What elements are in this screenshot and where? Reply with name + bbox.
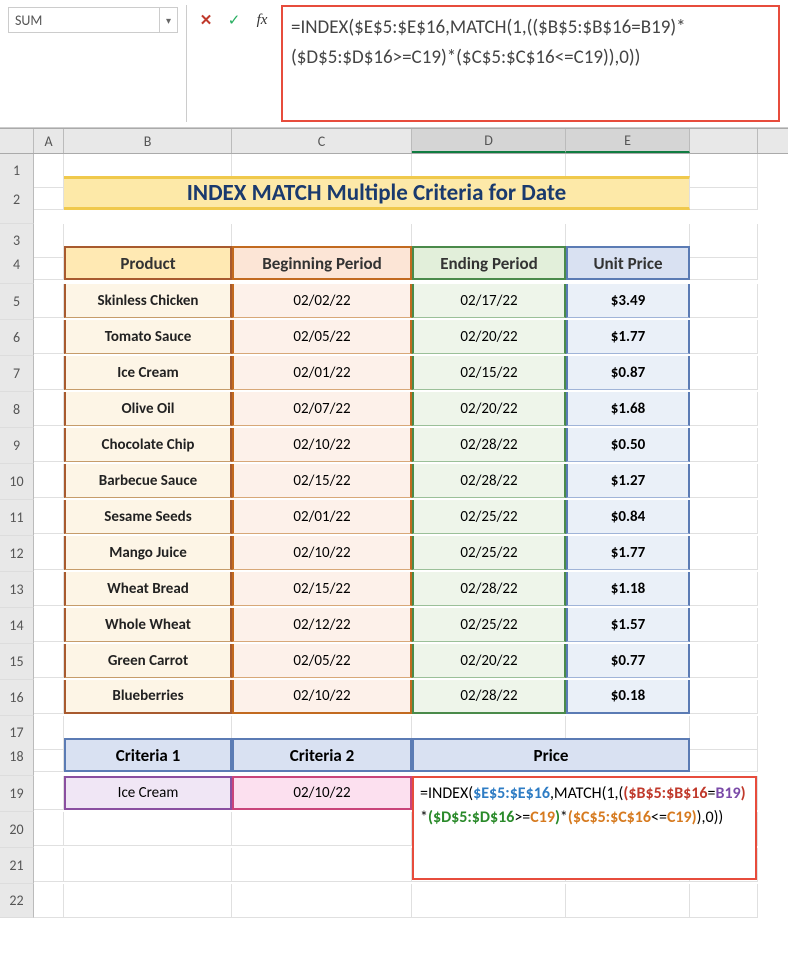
col-extra[interactable] — [690, 129, 758, 153]
row-14[interactable]: 14 — [0, 608, 34, 644]
price-cell[interactable]: $0.18 — [566, 680, 690, 714]
header-price: Unit Price — [566, 246, 690, 280]
product-cell[interactable]: Tomato Sauce — [64, 320, 232, 354]
name-box-dropdown[interactable]: ▾ — [160, 7, 178, 33]
col-e[interactable]: E — [566, 129, 690, 153]
end-cell[interactable]: 02/28/22 — [412, 680, 566, 714]
col-c[interactable]: C — [232, 129, 412, 153]
col-b[interactable]: B — [64, 129, 232, 153]
begin-cell[interactable]: 02/01/22 — [232, 356, 412, 390]
begin-cell[interactable]: 02/07/22 — [232, 392, 412, 426]
product-cell[interactable]: Barbecue Sauce — [64, 464, 232, 498]
title: INDEX MATCH Multiple Criteria for Date — [64, 176, 690, 210]
price-cell[interactable]: $0.87 — [566, 356, 690, 390]
begin-cell[interactable]: 02/05/22 — [232, 320, 412, 354]
row-7[interactable]: 7 — [0, 356, 34, 392]
formula-bar-area: SUM ▾ ✕ ✓ fx =INDEX($E$5:$E$16,MATCH(1,(… — [0, 0, 788, 128]
row-11[interactable]: 11 — [0, 500, 34, 536]
row-8[interactable]: 8 — [0, 392, 34, 428]
product-cell[interactable]: Sesame Seeds — [64, 500, 232, 534]
enter-icon[interactable]: ✓ — [223, 9, 245, 31]
select-all[interactable] — [0, 129, 34, 153]
row-4[interactable]: 4 — [0, 246, 34, 284]
row-21[interactable]: 21 — [0, 848, 34, 884]
header-product: Product — [64, 246, 232, 280]
criteria-2-header: Criteria 2 — [232, 738, 412, 772]
price-cell[interactable]: $0.50 — [566, 428, 690, 462]
row-18[interactable]: 18 — [0, 738, 34, 776]
header-begin: Beginning Period — [232, 246, 412, 280]
criteria-price-header: Price — [412, 738, 690, 772]
row-22[interactable]: 22 — [0, 884, 34, 918]
row-5[interactable]: 5 — [0, 284, 34, 320]
begin-cell[interactable]: 02/10/22 — [232, 536, 412, 570]
product-cell[interactable]: Skinless Chicken — [64, 284, 232, 318]
product-cell[interactable]: Whole Wheat — [64, 608, 232, 642]
end-cell[interactable]: 02/25/22 — [412, 608, 566, 642]
begin-cell[interactable]: 02/10/22 — [232, 680, 412, 714]
begin-cell[interactable]: 02/01/22 — [232, 500, 412, 534]
price-cell[interactable]: $1.77 — [566, 536, 690, 570]
begin-cell[interactable]: 02/12/22 — [232, 608, 412, 642]
formula-cell[interactable]: =INDEX($E$5:$E$16,MATCH(1,(($B$5:$B$16=B… — [412, 776, 690, 810]
product-cell[interactable]: Ice Cream — [64, 356, 232, 390]
end-cell[interactable]: 02/25/22 — [412, 536, 566, 570]
row-19[interactable]: 19 — [0, 776, 34, 812]
product-cell[interactable]: Mango Juice — [64, 536, 232, 570]
row-10[interactable]: 10 — [0, 464, 34, 500]
price-cell[interactable]: $1.57 — [566, 608, 690, 642]
product-cell[interactable]: Blueberries — [64, 680, 232, 714]
begin-cell[interactable]: 02/15/22 — [232, 572, 412, 606]
price-cell[interactable]: $0.84 — [566, 500, 690, 534]
end-cell[interactable]: 02/28/22 — [412, 572, 566, 606]
row-2[interactable]: 2 — [0, 176, 34, 224]
cancel-icon[interactable]: ✕ — [195, 9, 217, 31]
begin-cell[interactable]: 02/05/22 — [232, 644, 412, 678]
begin-cell[interactable]: 02/15/22 — [232, 464, 412, 498]
column-headers: A B C D E — [0, 128, 788, 154]
product-cell[interactable]: Wheat Bread — [64, 572, 232, 606]
inline-formula: =INDEX($E$5:$E$16,MATCH(1,(($B$5:$B$16=B… — [412, 776, 757, 880]
price-cell[interactable]: $1.18 — [566, 572, 690, 606]
price-cell[interactable]: $1.77 — [566, 320, 690, 354]
product-cell[interactable]: Olive Oil — [64, 392, 232, 426]
price-cell[interactable]: $3.49 — [566, 284, 690, 318]
col-a[interactable]: A — [34, 129, 64, 153]
row-20[interactable]: 20 — [0, 812, 34, 848]
end-cell[interactable]: 02/28/22 — [412, 428, 566, 462]
formula-bar[interactable]: =INDEX($E$5:$E$16,MATCH(1,(($B$5:$B$16=B… — [281, 5, 780, 122]
price-cell[interactable]: $0.77 — [566, 644, 690, 678]
criteria-1-header: Criteria 1 — [64, 738, 232, 772]
row-6[interactable]: 6 — [0, 320, 34, 356]
product-cell[interactable]: Green Carrot — [64, 644, 232, 678]
name-box[interactable]: SUM — [8, 7, 160, 33]
begin-cell[interactable]: 02/10/22 — [232, 428, 412, 462]
col-d[interactable]: D — [412, 129, 566, 153]
end-cell[interactable]: 02/17/22 — [412, 284, 566, 318]
fx-icon[interactable]: fx — [251, 9, 273, 31]
header-end: Ending Period — [412, 246, 566, 280]
criteria-1-value[interactable]: Ice Cream — [64, 776, 232, 810]
end-cell[interactable]: 02/20/22 — [412, 644, 566, 678]
row-15[interactable]: 15 — [0, 644, 34, 680]
criteria-2-value[interactable]: 02/10/22 — [232, 776, 412, 810]
end-cell[interactable]: 02/20/22 — [412, 320, 566, 354]
end-cell[interactable]: 02/25/22 — [412, 500, 566, 534]
price-cell[interactable]: $1.68 — [566, 392, 690, 426]
row-13[interactable]: 13 — [0, 572, 34, 608]
row-12[interactable]: 12 — [0, 536, 34, 572]
row-16[interactable]: 16 — [0, 680, 34, 716]
end-cell[interactable]: 02/15/22 — [412, 356, 566, 390]
end-cell[interactable]: 02/20/22 — [412, 392, 566, 426]
row-9[interactable]: 9 — [0, 428, 34, 464]
begin-cell[interactable]: 02/02/22 — [232, 284, 412, 318]
spreadsheet: A B C D E 1 2 INDEX MATCH Multiple Crite… — [0, 128, 788, 914]
end-cell[interactable]: 02/28/22 — [412, 464, 566, 498]
price-cell[interactable]: $1.27 — [566, 464, 690, 498]
product-cell[interactable]: Chocolate Chip — [64, 428, 232, 462]
